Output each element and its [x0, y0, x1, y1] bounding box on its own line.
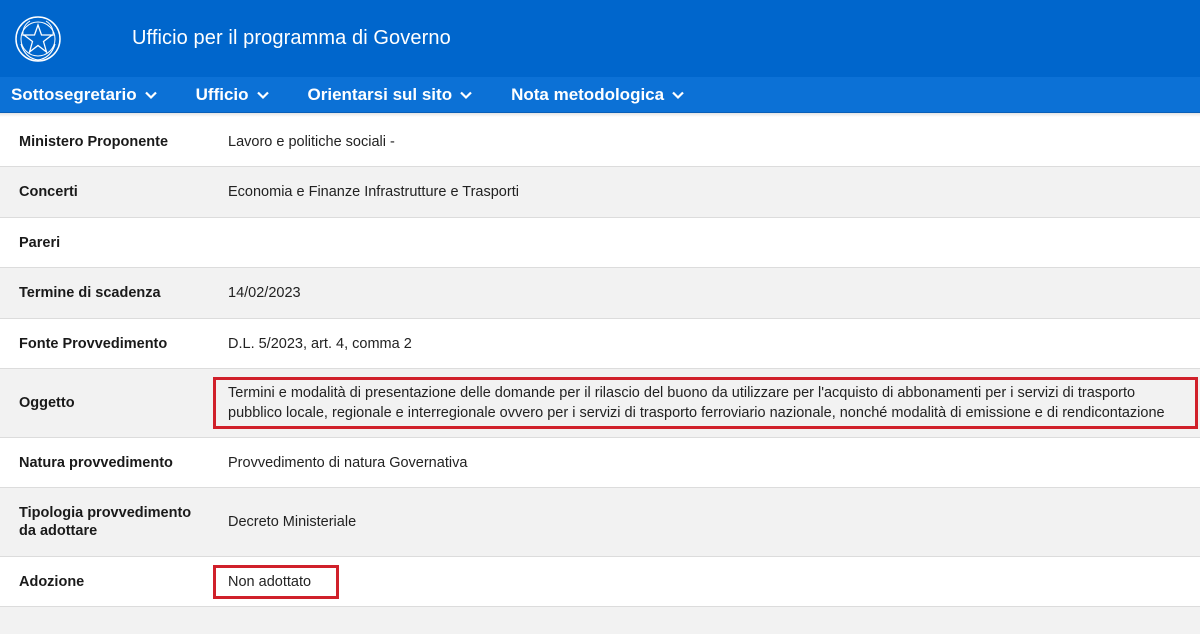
table-row: Pareri	[0, 218, 1200, 268]
nav-item-label: Ufficio	[195, 84, 249, 104]
row-label: Termine di scadenza	[19, 285, 161, 301]
site-title[interactable]: Ufficio per il programma di Governo	[132, 27, 451, 50]
row-label: Adozione	[19, 573, 85, 590]
row-value-cell: Termini e modalità di presentazione dell…	[210, 377, 1200, 429]
row-label: Natura provvedimento	[19, 454, 173, 471]
row-value: 14/02/2023	[228, 285, 301, 301]
row-value: Provvedimento di natura Governativa	[228, 454, 468, 471]
nav-item-orientarsi[interactable]: Orientarsi sul sito	[308, 85, 474, 105]
chevron-down-icon	[671, 88, 685, 102]
row-value-cell: Non adottato	[210, 564, 1200, 599]
chevron-down-icon	[144, 88, 158, 102]
nav-item-label: Sottosegretario	[11, 84, 137, 104]
table-row: Adozione Non adottato	[0, 557, 1200, 607]
row-label: Ministero Proponente	[19, 133, 169, 150]
row-label: Fonte Provvedimento	[19, 335, 168, 352]
row-label: Concerti	[19, 184, 78, 200]
row-value: Decreto Ministeriale	[228, 514, 357, 530]
table-row: Natura provvedimento Provvedimento di na…	[0, 438, 1200, 488]
table-row: Tipologia provvedimento da adottare Decr…	[0, 488, 1200, 557]
table-row: Concerti Economia e Finanze Infrastruttu…	[0, 167, 1200, 218]
nav-item-nota-metodologica[interactable]: Nota metodologica	[511, 85, 685, 105]
table-row	[0, 607, 1200, 634]
nav-item-ufficio[interactable]: Ufficio	[196, 85, 270, 105]
nav-item-label: Nota metodologica	[511, 84, 665, 104]
table-row: Fonte Provvedimento D.L. 5/2023, art. 4,…	[0, 319, 1200, 369]
row-value: D.L. 5/2023, art. 4, comma 2	[228, 335, 412, 352]
row-label: Pareri	[19, 234, 61, 251]
row-label: Oggetto	[19, 395, 75, 411]
republic-emblem-icon[interactable]	[13, 14, 63, 64]
main-nav: Sottosegretario Ufficio Orientarsi sul s…	[0, 77, 1200, 113]
nav-item-sottosegretario[interactable]: Sottosegretario	[11, 85, 158, 105]
detail-table: Ministero Proponente Lavoro e politiche …	[0, 117, 1200, 634]
chevron-down-icon	[459, 88, 473, 102]
row-label: Tipologia provvedimento da adottare	[19, 505, 192, 539]
row-value: Lavoro e politiche sociali -	[228, 133, 395, 150]
highlighted-value: Non adottato	[213, 564, 340, 599]
highlighted-value: Termini e modalità di presentazione dell…	[213, 377, 1198, 429]
site-header: Ufficio per il programma di Governo	[0, 0, 1200, 77]
row-value: Economia e Finanze Infrastrutture e Tras…	[228, 184, 519, 200]
table-row: Oggetto Termini e modalità di presentazi…	[0, 369, 1200, 438]
chevron-down-icon	[256, 88, 270, 102]
table-row: Termine di scadenza 14/02/2023	[0, 268, 1200, 319]
table-row: Ministero Proponente Lavoro e politiche …	[0, 117, 1200, 167]
nav-item-label: Orientarsi sul sito	[307, 84, 453, 104]
